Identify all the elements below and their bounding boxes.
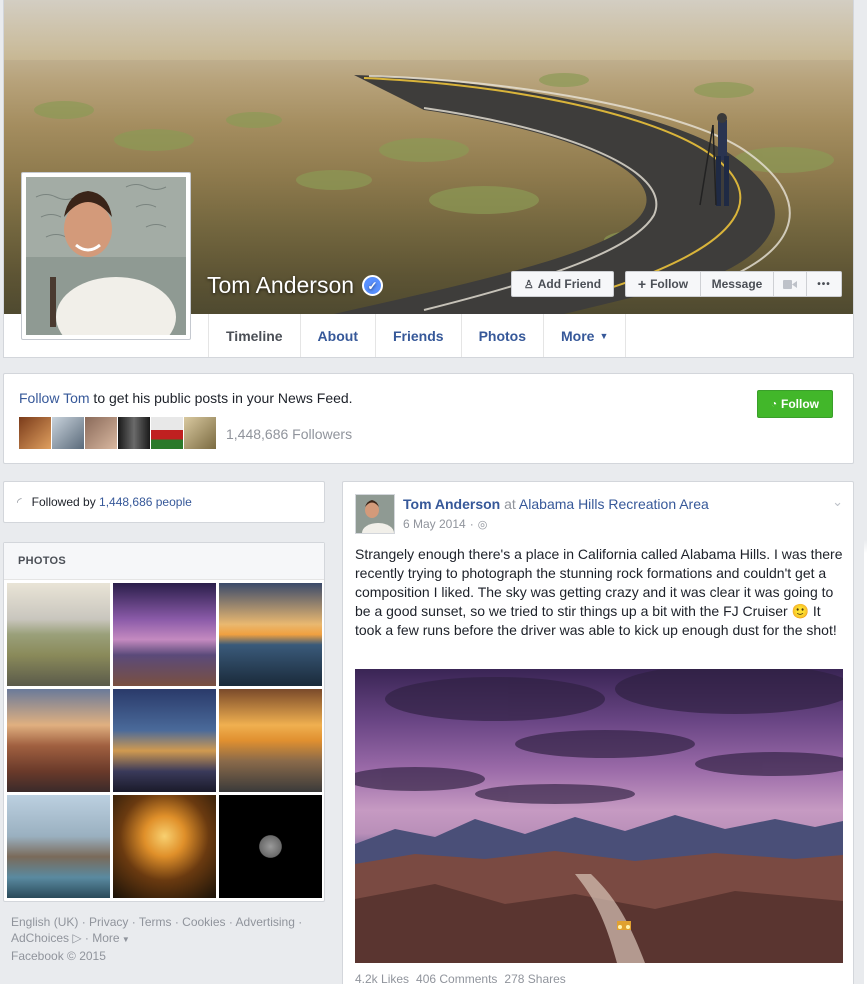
tab-timeline-label: Timeline	[226, 327, 283, 344]
message-label: Message	[711, 277, 763, 291]
post-header: Tom Anderson at Alabama Hills Recreation…	[403, 496, 709, 512]
tab-friends-label: Friends	[392, 327, 444, 344]
video-camera-icon	[783, 279, 797, 289]
follow-tom-link[interactable]: Follow Tom	[19, 390, 90, 406]
globe-icon[interactable]: ◎	[478, 518, 488, 531]
follower-thumbnails	[19, 417, 217, 449]
rss-feed-icon: ◜	[17, 495, 22, 509]
follower-avatar[interactable]	[184, 417, 216, 449]
tab-timeline[interactable]: Timeline	[208, 314, 301, 357]
adchoices-icon: ▷	[69, 931, 82, 945]
follow-green-button[interactable]: ◔ Follow	[757, 390, 833, 418]
ellipsis-icon: •••	[817, 278, 831, 290]
follower-avatar[interactable]	[85, 417, 117, 449]
footer-link-terms[interactable]: Terms	[139, 915, 172, 929]
follower-avatar[interactable]	[151, 417, 183, 449]
photo-thumbnail[interactable]	[219, 689, 322, 792]
footer-link-cookies[interactable]: Cookies	[182, 915, 225, 929]
followed-by-link[interactable]: 1,448,686 people	[99, 495, 192, 509]
cover-action-group: + Follow Message •••	[625, 271, 842, 297]
post-photo[interactable]	[355, 669, 843, 963]
message-button[interactable]: Message	[700, 271, 774, 297]
photo-thumbnail[interactable]	[113, 583, 216, 686]
footer-link-privacy[interactable]: Privacy	[89, 915, 128, 929]
timeline-post: Tom Anderson at Alabama Hills Recreation…	[342, 481, 854, 984]
photo-thumbnail[interactable]	[7, 583, 110, 686]
footer-link-adchoices[interactable]: AdChoices	[11, 931, 69, 945]
post-meta: 6 May 2014 · ◎	[403, 517, 487, 531]
post-location-link[interactable]: Alabama Hills Recreation Area	[519, 496, 709, 512]
followed-by-text: Followed by 1,448,686 people	[32, 495, 192, 509]
tab-more-label: More	[561, 327, 595, 344]
profile-name[interactable]: Tom Anderson ✓	[207, 272, 384, 299]
follow-green-label: Follow	[781, 397, 820, 411]
profile-picture[interactable]	[21, 172, 191, 340]
tab-about[interactable]: About	[301, 314, 376, 357]
post-author-link[interactable]: Tom Anderson	[403, 496, 500, 512]
tab-more[interactable]: More ▼	[544, 314, 627, 357]
followers-count[interactable]: 1,448,686 Followers	[226, 426, 352, 442]
photo-thumbnail[interactable]	[113, 795, 216, 898]
photos-box: PHOTOS	[3, 542, 325, 902]
photo-thumbnail[interactable]	[219, 795, 322, 898]
photo-thumbnail[interactable]	[219, 583, 322, 686]
caret-down-icon: ▼	[119, 935, 130, 944]
add-friend-label: Add Friend	[537, 277, 602, 291]
tab-about-label: About	[317, 327, 358, 344]
post-at-text: at	[500, 496, 519, 512]
caret-down-icon: ▼	[599, 330, 609, 341]
photo-thumbnail[interactable]	[7, 795, 110, 898]
tab-photos[interactable]: Photos	[462, 314, 545, 357]
footer-link-more[interactable]: More	[92, 931, 119, 945]
meta-separator: ·	[469, 517, 474, 531]
post-photo-art	[355, 669, 843, 963]
profile-tabs: Timeline About Friends Photos More ▼	[208, 314, 627, 357]
followed-by-box: ◜ Followed by 1,448,686 people	[3, 481, 325, 523]
post-author-avatar[interactable]	[355, 494, 395, 534]
post-stats: 4.2k Likes 406 Comments 278 Shares	[355, 972, 566, 984]
follow-prompt-text: Follow Tom to get his public posts in yo…	[19, 390, 353, 406]
post-date[interactable]: 6 May 2014	[403, 517, 466, 531]
profile-header: Tom Anderson ✓ ♙ Add Friend + Follow Mes…	[3, 0, 854, 358]
page-footer: English (UK) · Privacy · Terms · Cookies…	[11, 915, 303, 963]
photos-title[interactable]: PHOTOS	[4, 543, 324, 580]
post-text: Strangely enough there's a place in Cali…	[355, 546, 843, 638]
plus-icon: +	[637, 276, 647, 292]
rss-icon: ◔	[770, 398, 778, 410]
tab-photos-label: Photos	[478, 327, 527, 344]
video-call-button[interactable]	[773, 271, 807, 297]
post-comments[interactable]: 406 Comments	[416, 972, 497, 984]
photo-thumbnail[interactable]	[7, 689, 110, 792]
chevron-down-icon[interactable]: ⌄	[832, 494, 843, 510]
post-shares[interactable]: 278 Shares	[504, 972, 565, 984]
add-friend-icon: ♙	[523, 278, 534, 291]
tab-friends[interactable]: Friends	[376, 314, 462, 357]
add-friend-button[interactable]: ♙ Add Friend	[511, 271, 614, 297]
photo-thumbnail[interactable]	[113, 689, 216, 792]
follow-button[interactable]: + Follow	[625, 271, 701, 297]
footer-link-advertising[interactable]: Advertising	[236, 915, 295, 929]
photo-grid	[7, 583, 322, 898]
follow-prompt-box: Follow Tom to get his public posts in yo…	[3, 373, 854, 464]
followed-by-prefix: Followed by	[31, 495, 100, 509]
verified-badge-icon: ✓	[362, 275, 384, 296]
follow-label: Follow	[650, 277, 689, 291]
follower-avatar[interactable]	[52, 417, 84, 449]
profile-picture-image	[26, 177, 186, 335]
post-likes[interactable]: 4.2k Likes	[355, 972, 409, 984]
footer-link-language[interactable]: English (UK)	[11, 915, 78, 929]
more-options-button[interactable]: •••	[806, 271, 842, 297]
follow-prompt-rest: to get his public posts in your News Fee…	[89, 390, 353, 406]
follower-avatar[interactable]	[19, 417, 51, 449]
footer-copyright: Facebook © 2015	[11, 949, 106, 963]
profile-name-text[interactable]: Tom Anderson	[207, 272, 354, 299]
follower-avatar[interactable]	[118, 417, 150, 449]
